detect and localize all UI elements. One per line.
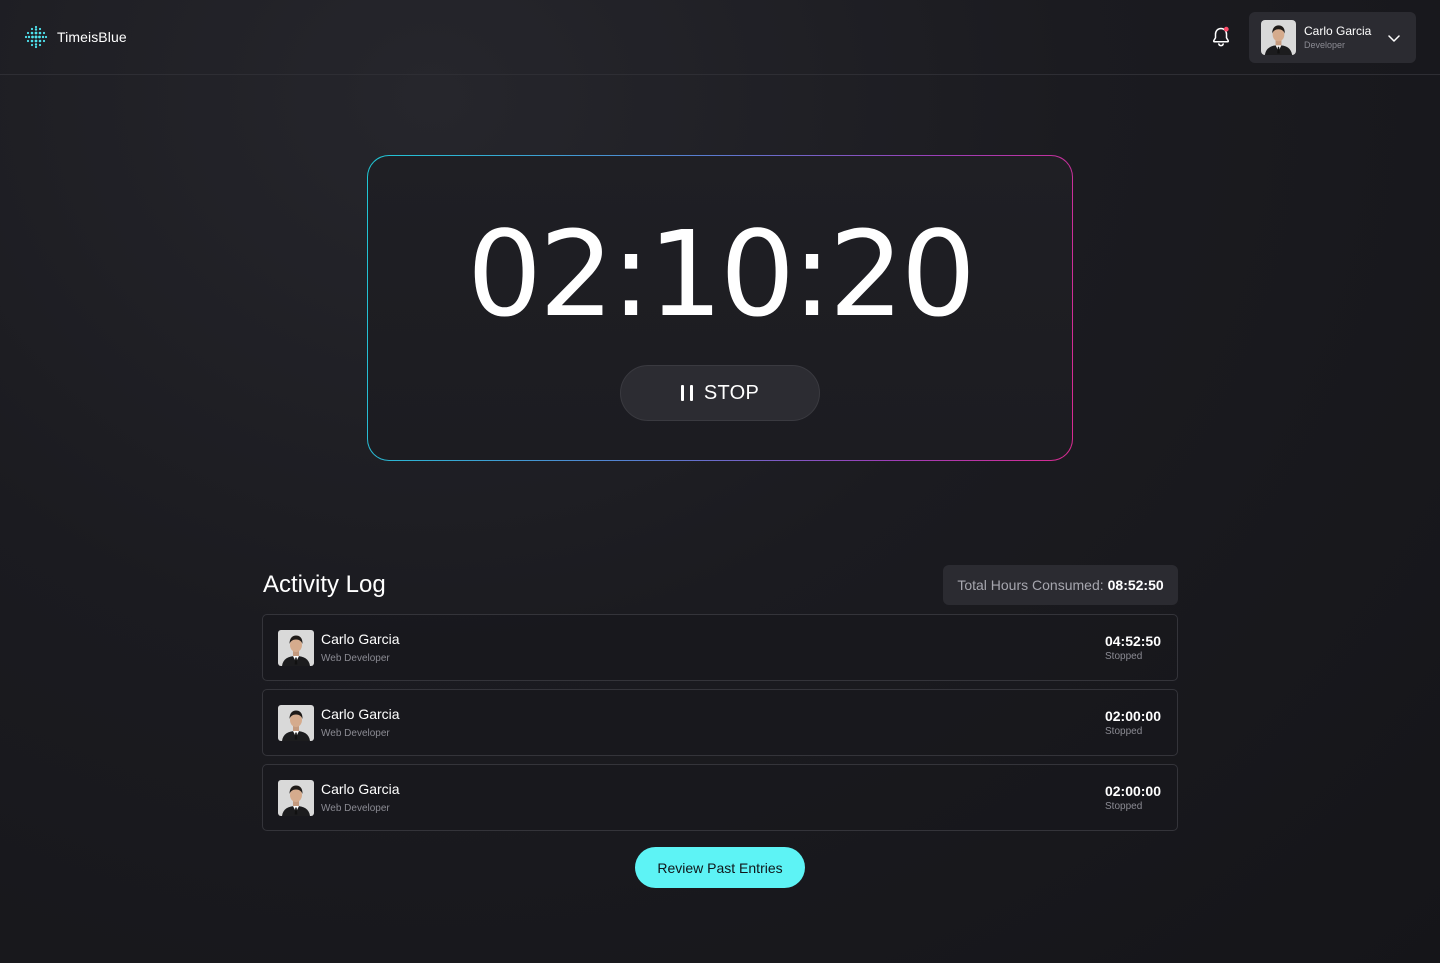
entry-name: Carlo Garcia <box>321 781 400 797</box>
stop-button[interactable]: STOP <box>620 365 820 421</box>
timer-card: 02:10:20 STOP <box>367 155 1073 461</box>
avatar <box>278 780 314 816</box>
timer-card-body: 02:10:20 STOP <box>368 156 1072 460</box>
chevron-down-icon[interactable] <box>1386 30 1402 46</box>
entry-status: Stopped <box>1105 651 1143 662</box>
pause-icon <box>680 385 693 401</box>
entry-role: Web Developer <box>321 653 390 664</box>
timer-display: 02:10:20 <box>467 205 976 343</box>
app-logo[interactable]: TimeisBlue <box>24 25 127 49</box>
review-past-entries-button[interactable]: Review Past Entries <box>635 847 805 888</box>
list-item[interactable]: Carlo Garcia Web Developer 04:52:50 Stop… <box>262 614 1178 681</box>
entry-duration: 02:00:00 <box>1104 783 1161 799</box>
activity-list: Carlo Garcia Web Developer 04:52:50 Stop… <box>262 614 1178 839</box>
list-item[interactable]: Carlo Garcia Web Developer 02:00:00 Stop… <box>262 764 1178 831</box>
entry-status: Stopped <box>1105 801 1143 812</box>
top-header: TimeisBlue Carlo Garcia Developer <box>0 0 1440 75</box>
entry-name: Carlo Garcia <box>321 631 400 647</box>
user-menu[interactable]: Carlo Garcia Developer <box>1249 12 1416 63</box>
entry-role: Web Developer <box>321 803 390 814</box>
bell-icon[interactable] <box>1209 25 1233 49</box>
entry-duration: 02:00:00 <box>1104 708 1161 724</box>
dot-grid-icon <box>24 25 48 49</box>
entry-name: Carlo Garcia <box>321 706 400 722</box>
entry-status: Stopped <box>1105 726 1143 737</box>
user-role: Developer <box>1304 40 1346 50</box>
app-name: TimeisBlue <box>57 29 127 45</box>
stop-button-label: STOP <box>703 381 760 404</box>
avatar <box>278 630 314 666</box>
avatar <box>1261 20 1296 55</box>
activity-log-title: Activity Log <box>263 571 386 598</box>
list-item[interactable]: Carlo Garcia Web Developer 02:00:00 Stop… <box>262 689 1178 756</box>
total-hours-value: 08:52:50 <box>1107 577 1164 593</box>
entry-duration: 04:52:50 <box>1104 633 1161 649</box>
avatar <box>278 705 314 741</box>
notification-dot <box>1223 26 1229 32</box>
user-name: Carlo Garcia <box>1304 24 1372 38</box>
total-hours-badge: Total Hours Consumed: 08:52:50 <box>943 565 1178 605</box>
total-hours-label: Total Hours Consumed: <box>957 577 1104 593</box>
entry-role: Web Developer <box>321 728 390 739</box>
